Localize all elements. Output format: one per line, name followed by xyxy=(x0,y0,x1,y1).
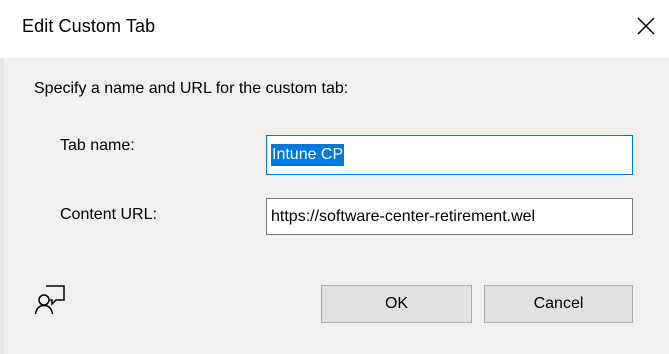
tab-name-input-value: Intune CP xyxy=(271,144,345,166)
ok-button[interactable]: OK xyxy=(321,285,472,323)
instruction-text: Specify a name and URL for the custom ta… xyxy=(34,80,349,97)
cancel-button[interactable]: Cancel xyxy=(484,285,633,323)
content-url-label: Content URL: xyxy=(60,206,157,223)
edit-custom-tab-dialog: Edit Custom Tab Specify a name and URL f… xyxy=(0,0,669,354)
close-button[interactable] xyxy=(629,10,663,42)
content-url-input-value: https://software-center-retirement.wel xyxy=(271,207,536,225)
dialog-title: Edit Custom Tab xyxy=(22,16,156,36)
content-url-input[interactable]: https://software-center-retirement.wel xyxy=(266,198,633,235)
ok-button-label: OK xyxy=(384,295,409,312)
tab-name-label: Tab name: xyxy=(60,137,135,154)
tab-name-input[interactable]: Intune CP xyxy=(266,135,633,175)
title-bar: Edit Custom Tab xyxy=(0,0,669,58)
close-icon xyxy=(637,17,655,35)
user-feedback-icon[interactable] xyxy=(34,283,68,317)
left-edge-divider xyxy=(0,58,4,354)
cancel-button-label: Cancel xyxy=(533,295,584,312)
